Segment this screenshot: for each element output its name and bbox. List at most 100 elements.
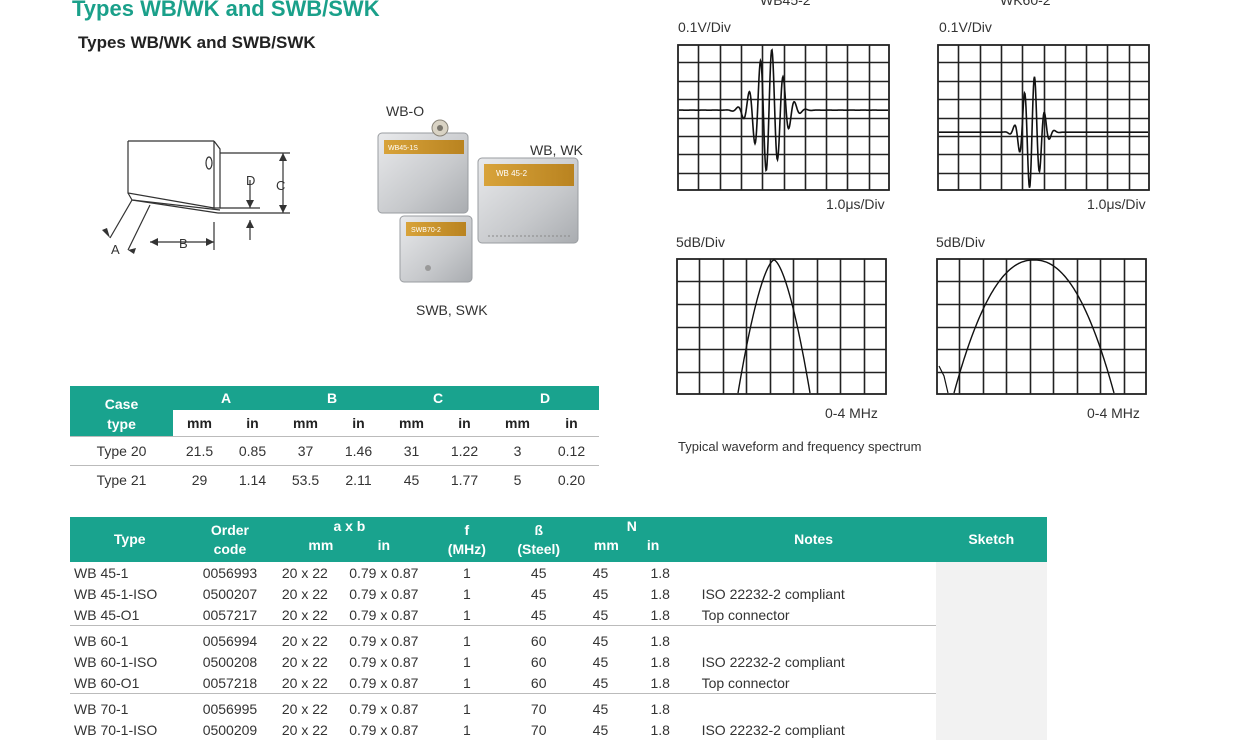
waveform-right-x-unit: 1.0μs/Div (1087, 196, 1146, 212)
sketch-cell (935, 672, 1047, 694)
table-cell: 0.12 (544, 436, 599, 466)
table-cell: 60 (530, 653, 547, 670)
photo-label-wbo: WB-O (386, 103, 425, 119)
table-cell: 0057218 (189, 672, 271, 694)
table-cell: 60 (530, 632, 547, 649)
waveform-right-y-unit: 0.1V/Div (939, 19, 992, 35)
table-cell: 1 (462, 721, 471, 738)
order-header-axb-mm: mm (270, 536, 340, 562)
table-cell: 1.8 (650, 700, 670, 717)
dim-header-type: type (107, 416, 136, 432)
waveform-left-grid (677, 44, 890, 191)
table-cell: 5 (513, 472, 522, 488)
table-cell: Type 21 (96, 472, 147, 488)
dim-unit: mm (385, 410, 438, 437)
table-row: WB 45-1 0056993 20 x 22 0.79 x 0.87 1 45 45 1.8 (70, 562, 1047, 583)
table-row: WB 70-1-ISO 0500209 20 x 22 0.79 x 0.87 1 70 4… (70, 719, 1047, 740)
spectrum-left-frame (676, 258, 887, 395)
table-row: Type 20 21.5 0.85 37 1.46 31 1.22 3 0.12 (70, 436, 599, 466)
table-row: Type 21 29 1.14 53.5 2.11 45 1.77 5 0.20 (70, 466, 599, 495)
table-cell: 31 (385, 436, 438, 466)
table-cell: 0500208 (202, 653, 258, 670)
table-cell: 0.79 x 0.87 (349, 585, 419, 602)
order-header-beta: ß (Steel) (505, 517, 573, 562)
table-cell: 45 (592, 564, 609, 581)
spectrum-left-unit: 5dB/Div (676, 234, 726, 250)
table-cell: ISO 22232-2 compliant (701, 721, 845, 738)
table-cell: 1.8 (650, 721, 670, 738)
waveform-right-trace (939, 76, 1148, 188)
table-cell: 45 (403, 472, 420, 488)
table-cell: ISO 22232-2 compliant (701, 585, 845, 602)
waveform-left-y-unit: 0.1V/Div (678, 19, 731, 35)
table-cell: 20 x 22 (270, 604, 340, 626)
table-cell: 1 (462, 653, 471, 670)
table-cell: 20 x 22 (281, 585, 328, 602)
table-cell: 70 (530, 700, 547, 717)
order-header-notes: Notes (691, 517, 936, 562)
table-cell: 45 (505, 604, 573, 626)
waveform-caption: Typical waveform and frequency spectrum (678, 439, 922, 454)
sketch-cell (935, 583, 1047, 604)
table-cell: 2.11 (345, 472, 372, 488)
table-cell: 37 (279, 436, 332, 466)
table-cell: 0.79 x 0.87 (349, 700, 419, 717)
sketch-cell (935, 693, 1047, 719)
order-header-beta-label: ß (534, 521, 543, 538)
table-cell (692, 626, 936, 652)
order-header-f-label: f (464, 521, 470, 538)
table-cell: 20 x 22 (281, 653, 328, 670)
dim-label-d: D (246, 173, 255, 188)
table-cell: WB 60-1-ISO (74, 653, 158, 670)
table-cell: 0.79 x 0.87 (349, 564, 419, 581)
waveform-left-frame (677, 44, 890, 191)
order-header-code: code (213, 540, 247, 557)
table-cell: 20 x 22 (281, 632, 328, 649)
probe-product-photo: WB45-1S WB 45-2 SWB70-2 (377, 119, 579, 283)
table-cell: 45 (592, 653, 609, 670)
table-cell: 70 (530, 721, 547, 738)
table-cell: WB 45-O1 (70, 604, 190, 626)
order-table: Type Order code a x b f (MHz) ß (Steel) … (70, 517, 1047, 740)
table-cell: 45 (530, 585, 547, 602)
sketch-cell (935, 625, 1047, 651)
table-row: WB 60-O1 0057218 20 x 22 0.79 x 0.87 1 60 45 1.… (70, 672, 1047, 694)
table-cell: 1 (462, 700, 471, 717)
table-cell: 0.85 (226, 436, 279, 466)
table-cell: 20 x 22 (281, 700, 328, 717)
table-cell: 0.79 x 0.87 (339, 672, 429, 694)
table-cell: 1.8 (628, 672, 692, 694)
table-cell: 45 (592, 632, 609, 649)
dim-header-d: D (491, 386, 599, 410)
table-cell: 20 x 22 (281, 564, 328, 581)
table-row: WB 60-1 0056994 20 x 22 0.79 x 0.87 1 60 45 1.8 (70, 625, 1047, 652)
table-cell: 60 (505, 672, 573, 694)
page-subtitle: Types WB/WK and SWB/SWK (78, 33, 316, 52)
table-cell: 1.8 (650, 653, 670, 670)
dim-label-c: C (276, 178, 285, 193)
table-cell: 45 (572, 604, 629, 626)
dim-header-case: Case (104, 396, 139, 412)
probe-dimension-diagram: A B C D (102, 140, 290, 257)
table-cell: 1.46 (332, 436, 385, 466)
dimension-table: Case type A B C D mm in mm in mm in mm i… (70, 386, 599, 494)
table-cell: 3 (491, 436, 544, 466)
table-cell: 1.77 (450, 472, 479, 488)
spectrum-left-grid (676, 258, 887, 395)
dim-unit: in (332, 410, 385, 437)
table-cell (692, 694, 936, 720)
dim-unit: mm (491, 410, 544, 437)
order-header-sketch: Sketch (935, 517, 1047, 562)
table-cell: Type 20 (70, 436, 173, 466)
table-cell: 1 (428, 672, 506, 694)
table-cell: 21.5 (173, 436, 226, 466)
table-cell: 1.22 (438, 436, 491, 466)
table-cell: 1 (462, 585, 471, 602)
dim-unit: in (544, 410, 599, 437)
table-cell: 1.8 (650, 564, 670, 581)
dim-header-c: C (385, 386, 491, 410)
table-row: WB 70-1 0056995 20 x 22 0.79 x 0.87 1 70 45 1.8 (70, 693, 1047, 720)
table-cell: WB 45-1 (74, 564, 129, 581)
table-cell: WB 60-1 (74, 632, 129, 649)
table-cell: 1.8 (650, 632, 670, 649)
